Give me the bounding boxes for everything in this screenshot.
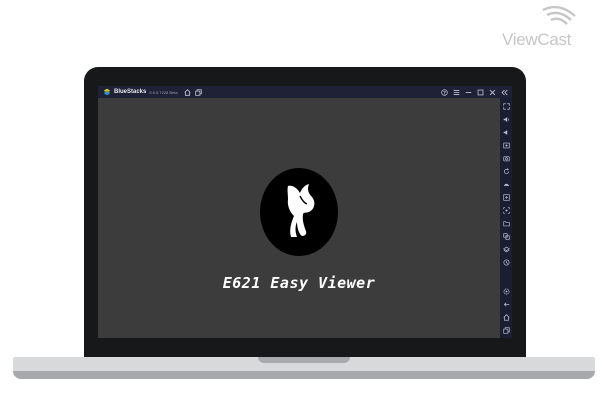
laptop-notch [258,357,350,363]
screen-record-icon[interactable] [502,141,511,150]
minimize-icon[interactable] [464,88,473,97]
recent-apps-icon[interactable] [502,326,511,335]
shake-icon[interactable] [502,180,511,189]
app-logo [260,168,338,256]
settings-icon[interactable] [502,287,511,296]
home-nav-icon[interactable] [502,313,511,322]
emulator-brand: BlueStacks [114,89,147,95]
screenshot-icon[interactable] [502,154,511,163]
menu-icon[interactable] [452,88,461,97]
broadcast-waves-icon [542,5,576,25]
emulator-screen: BlueStacks 5.0.0.7228 Beta E621 Easy Vie… [98,86,512,338]
close-icon[interactable] [488,88,497,97]
emulator-titlebar: BlueStacks 5.0.0.7228 Beta [98,86,512,98]
macro-icon[interactable] [502,206,511,215]
restore-icon[interactable] [476,88,485,97]
help-icon[interactable] [440,88,449,97]
controls-icon[interactable] [502,193,511,202]
volume-down-icon[interactable] [502,128,511,137]
emulator-version: 5.0.0.7228 Beta [149,89,178,95]
app-content-area: E621 Easy Viewer [98,98,500,338]
rotate-icon[interactable] [502,167,511,176]
laptop-base-edge [13,371,595,379]
fullscreen-icon[interactable] [502,102,511,111]
volume-up-icon[interactable] [502,115,511,124]
app-title: E621 Easy Viewer [222,274,376,292]
multi-instance-icon[interactable] [194,88,203,97]
sync-icon[interactable] [502,258,511,267]
collapse-sidebar-icon[interactable] [500,88,509,97]
back-icon[interactable] [502,300,511,309]
home-icon[interactable] [183,88,192,97]
folder-icon[interactable] [502,219,511,228]
watermark-brand: ViewCast [502,30,572,49]
multi-instance-manager-icon[interactable] [502,232,511,241]
eco-mode-icon[interactable] [502,245,511,254]
viewcast-watermark: ViewCast [497,4,597,52]
white-fox-silhouette-logo [287,184,315,237]
bluestacks-logo-icon [103,88,111,96]
emulator-sidebar [500,98,512,338]
